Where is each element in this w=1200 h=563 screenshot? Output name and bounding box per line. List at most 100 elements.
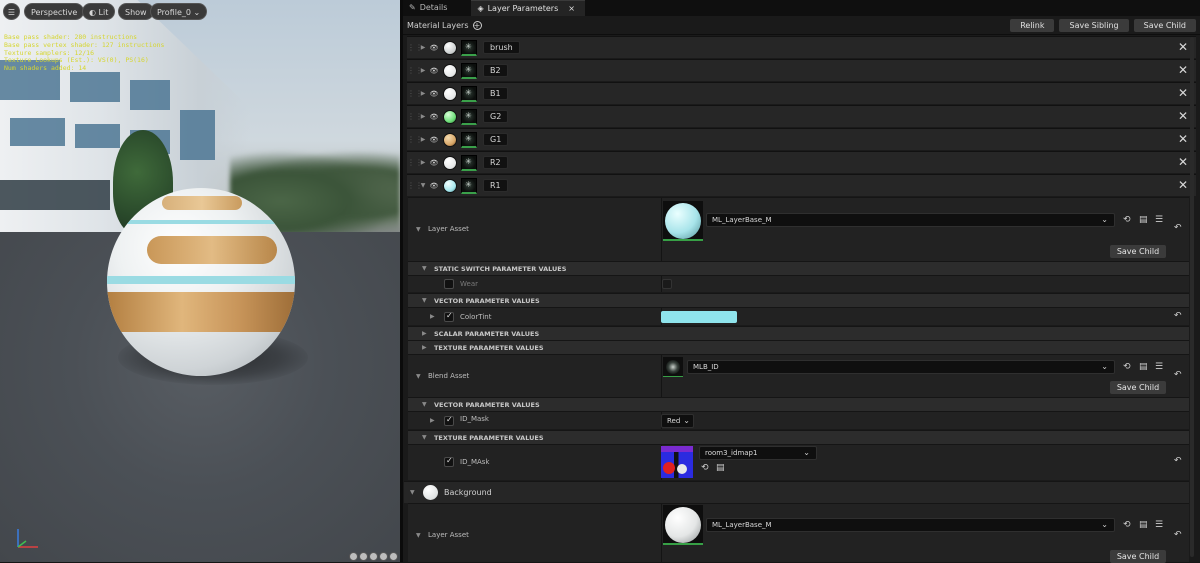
background-asset-thumbnail[interactable] (663, 505, 703, 545)
id-mask-channel-select[interactable]: Red ⌄ (661, 414, 694, 428)
layer-asset-combo[interactable]: ML_LayerBase_M ⌄ (706, 213, 1115, 227)
expand-arrow-icon[interactable]: ▶ (417, 113, 429, 120)
layer-asset-thumbnail[interactable] (663, 201, 703, 241)
background-layer-row[interactable]: ▼ Background (404, 481, 1189, 503)
expand-arrow-icon[interactable]: ▶ (417, 136, 429, 143)
browse-asset-icon[interactable]: ▤ (1139, 520, 1148, 530)
wear-override-checkbox[interactable] (444, 279, 454, 289)
remove-layer-icon[interactable]: ✕ (1178, 109, 1188, 123)
preview-plane-icon[interactable] (369, 552, 378, 561)
eye-icon[interactable]: 👁 (429, 44, 439, 52)
filter-icon[interactable]: ☰ (1155, 520, 1163, 530)
layer-name[interactable]: R2 (483, 156, 508, 169)
color-tint-swatch[interactable] (661, 311, 737, 323)
blend-vector-section[interactable]: ▼ VECTOR PARAMETER VALUES (408, 397, 1189, 411)
layer-row-r2[interactable]: ⋮⋮▶👁 R2 ✕ (407, 151, 1196, 173)
layer-row-r1[interactable]: ⋮⋮▼👁 R1 ✕ (407, 174, 1196, 196)
drag-handle-icon[interactable]: ⋮⋮ (407, 89, 423, 98)
scalar-section[interactable]: ▶ SCALAR PARAMETER VALUES (408, 326, 1189, 340)
use-selected-asset-icon[interactable]: ⟲ (1123, 215, 1131, 225)
eye-icon[interactable]: 👁 (429, 90, 439, 98)
layer-row-b1[interactable]: ⋮⋮▶👁 B1 ✕ (407, 82, 1196, 104)
profile-dropdown[interactable]: Profile_0 ⌄ (150, 3, 208, 20)
eye-icon[interactable]: 👁 (429, 67, 439, 75)
expand-arrow-icon[interactable]: ▶ (417, 44, 429, 51)
remove-layer-icon[interactable]: ✕ (1178, 40, 1188, 54)
id-map-texture-combo[interactable]: room3_idmap1 ⌄ (699, 446, 817, 460)
collapse-arrow-icon[interactable]: ▼ (416, 226, 421, 233)
remove-layer-icon[interactable]: ✕ (1178, 63, 1188, 77)
reset-to-default-icon[interactable]: ↶ (1174, 456, 1182, 466)
drag-handle-icon[interactable]: ⋮⋮ (407, 158, 423, 167)
layer-name[interactable]: brush (483, 41, 520, 54)
expand-arrow-icon[interactable]: ▶ (417, 90, 429, 97)
remove-layer-icon[interactable]: ✕ (1178, 86, 1188, 100)
layer-row-brush[interactable]: ⋮⋮▶👁 brush ✕ (407, 36, 1196, 58)
layer-name[interactable]: G1 (483, 133, 509, 146)
remove-layer-icon[interactable]: ✕ (1178, 132, 1188, 146)
preview-sphere[interactable] (107, 188, 295, 376)
blend-asset-combo[interactable]: MLB_ID ⌄ (687, 360, 1115, 374)
drag-handle-icon[interactable]: ⋮⋮ (407, 43, 423, 52)
reset-to-default-icon[interactable]: ↶ (1174, 370, 1182, 380)
drag-handle-icon[interactable]: ⋮⋮ (407, 66, 423, 75)
eye-icon[interactable]: 👁 (429, 159, 439, 167)
eye-icon[interactable]: 👁 (429, 113, 439, 121)
scrollbar[interactable] (1190, 37, 1194, 557)
filter-icon[interactable]: ☰ (1155, 215, 1163, 225)
layer-name[interactable]: B2 (483, 64, 508, 77)
layer-name[interactable]: R1 (483, 179, 508, 192)
drag-handle-icon[interactable]: ⋮⋮ (407, 135, 423, 144)
save-child-button[interactable]: Save Child (1133, 18, 1196, 32)
remove-layer-icon[interactable]: ✕ (1178, 155, 1188, 169)
blend-asset-thumbnail[interactable] (663, 357, 683, 377)
layer-mask-thumbnail[interactable] (461, 108, 477, 125)
layer-name[interactable]: B1 (483, 87, 508, 100)
reset-to-default-icon[interactable]: ↶ (1174, 530, 1182, 540)
id-mask-checkbox[interactable] (444, 415, 454, 426)
level-viewport[interactable]: ☰ Perspective ◐ Lit Show Profile_0 ⌄ Bas… (0, 0, 400, 562)
viewport-menu-button[interactable]: ☰ (3, 3, 20, 20)
save-sibling-button[interactable]: Save Sibling (1059, 18, 1129, 32)
layer-mask-thumbnail[interactable] (461, 39, 477, 56)
save-child-button[interactable]: Save Child (1110, 381, 1166, 394)
perspective-button[interactable]: Perspective (24, 3, 85, 20)
browse-asset-icon[interactable]: ▤ (716, 463, 725, 473)
preview-cube-icon[interactable] (379, 552, 388, 561)
browse-asset-icon[interactable]: ▤ (1139, 362, 1148, 372)
save-child-button[interactable]: Save Child (1110, 245, 1166, 258)
preview-mesh-icon[interactable] (389, 552, 398, 561)
remove-layer-icon[interactable]: ✕ (1178, 178, 1188, 192)
expand-arrow-icon[interactable]: ▶ (430, 313, 435, 320)
collapse-arrow-icon[interactable]: ▼ (416, 532, 421, 539)
layer-mask-thumbnail[interactable] (461, 62, 477, 79)
wear-value-checkbox[interactable] (662, 279, 672, 289)
expand-arrow-icon[interactable]: ▶ (417, 67, 429, 74)
background-asset-combo[interactable]: ML_LayerBase_M ⌄ (706, 518, 1115, 532)
relink-button[interactable]: Relink (1010, 18, 1055, 32)
collapse-arrow-icon[interactable]: ▼ (416, 373, 421, 380)
layer-row-g2[interactable]: ⋮⋮▶👁 G2 ✕ (407, 105, 1196, 127)
layer-row-g1[interactable]: ⋮⋮▶👁 G1 ✕ (407, 128, 1196, 150)
expand-arrow-icon[interactable]: ▶ (430, 417, 435, 424)
lit-button[interactable]: ◐ Lit (82, 3, 116, 20)
close-tab-icon[interactable]: × (568, 1, 575, 17)
filter-icon[interactable]: ☰ (1155, 362, 1163, 372)
drag-handle-icon[interactable]: ⋮⋮ (407, 112, 423, 121)
vector-section[interactable]: ▼ VECTOR PARAMETER VALUES (408, 293, 1189, 307)
preview-cylinder-icon[interactable] (359, 552, 368, 561)
browse-asset-icon[interactable]: ▤ (1139, 215, 1148, 225)
reset-to-default-icon[interactable]: ↶ (1174, 311, 1182, 321)
id-mask-texture-checkbox[interactable] (444, 456, 454, 467)
show-button[interactable]: Show (118, 3, 154, 20)
id-map-texture-thumbnail[interactable] (661, 446, 693, 478)
layer-mask-thumbnail[interactable] (461, 154, 477, 171)
eye-icon[interactable]: 👁 (429, 182, 439, 190)
layer-mask-thumbnail[interactable] (461, 177, 477, 194)
layer-mask-thumbnail[interactable] (461, 131, 477, 148)
use-selected-asset-icon[interactable]: ⟲ (1123, 520, 1131, 530)
tab-details[interactable]: ✎ Details (403, 0, 457, 16)
blend-texture-section[interactable]: ▼ TEXTURE PARAMETER VALUES (408, 430, 1189, 444)
layer-row-b2[interactable]: ⋮⋮▶👁 B2 ✕ (407, 59, 1196, 81)
expand-arrow-icon[interactable]: ▶ (417, 159, 429, 166)
